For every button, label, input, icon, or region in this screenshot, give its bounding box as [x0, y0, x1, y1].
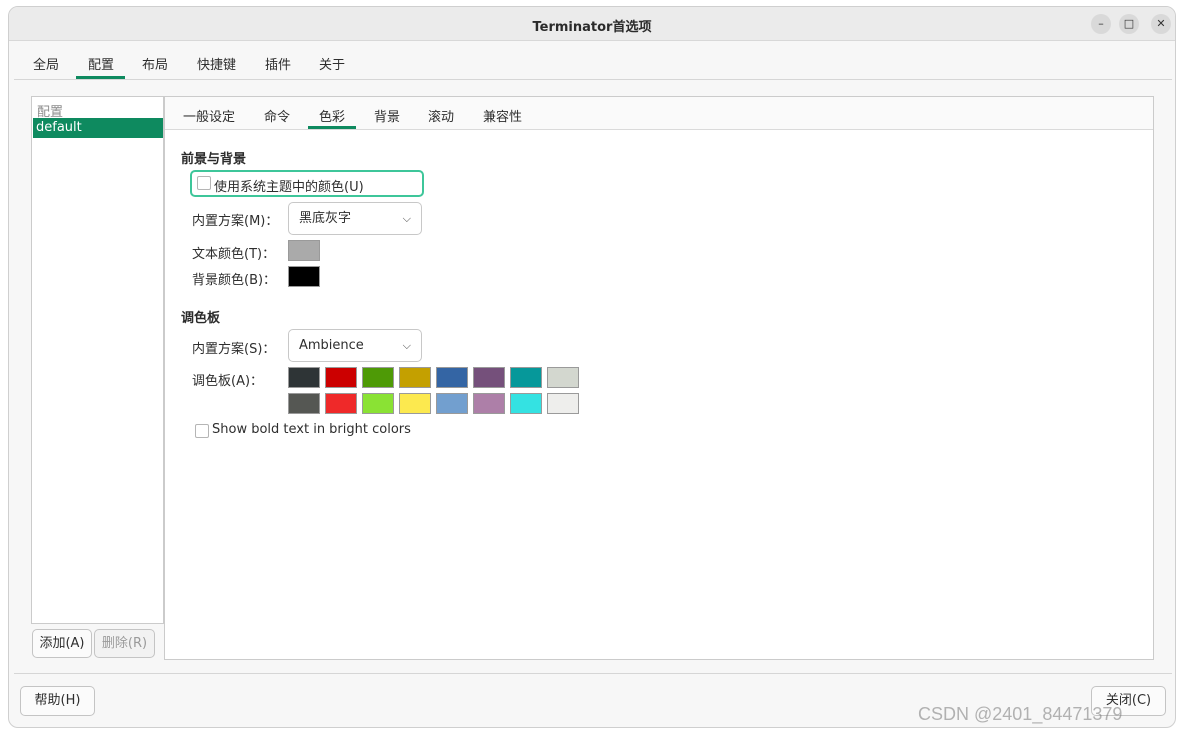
palette-color-14[interactable] — [510, 393, 542, 414]
tab-compatibility[interactable]: 兼容性 — [483, 106, 522, 125]
watermark: CSDN @2401_84471379 — [918, 704, 1123, 724]
palette-section-title: 调色板 — [181, 311, 221, 326]
profile-item-default[interactable]: default — [33, 118, 163, 138]
palette-scheme-label: 内置方案(S)： — [192, 342, 276, 357]
add-profile-button[interactable]: 添加(A) — [32, 629, 92, 658]
title-bar[interactable]: Terminator首选项 – □ ✕ — [9, 7, 1175, 41]
tab-command[interactable]: 命令 — [264, 106, 290, 125]
text-color-button[interactable] — [288, 240, 320, 261]
palette-color-13[interactable] — [473, 393, 505, 414]
palette-scheme-value: Ambience — [299, 338, 364, 353]
help-button[interactable]: 帮助(H) — [20, 686, 95, 716]
palette-color-3[interactable] — [399, 367, 431, 388]
tab-general[interactable]: 一般设定 — [183, 106, 235, 125]
tab-colors[interactable]: 色彩 — [319, 106, 345, 125]
palette-scheme-dropdown[interactable]: Ambience ⌵ — [288, 329, 422, 362]
tab-plugins[interactable]: 插件 — [265, 54, 291, 73]
palette-color-10[interactable] — [362, 393, 394, 414]
palette-color-9[interactable] — [325, 393, 357, 414]
tab-scrolling[interactable]: 滚动 — [428, 106, 454, 125]
text-color-label: 文本颜色(T)： — [192, 247, 276, 262]
palette-color-1[interactable] — [325, 367, 357, 388]
palette-color-5[interactable] — [473, 367, 505, 388]
maximize-icon[interactable]: □ — [1119, 14, 1139, 34]
close-icon[interactable]: ✕ — [1151, 14, 1171, 34]
profiles-content: 配置 default 添加(A) 删除(R) 一般设定 命令 色彩 背景 滚动 … — [14, 79, 1172, 674]
chevron-down-icon: ⌵ — [402, 339, 411, 352]
bg-color-label: 背景颜色(B)： — [192, 273, 277, 288]
bold-bright-checkbox[interactable] — [195, 424, 209, 438]
fg-scheme-value: 黑底灰字 — [299, 211, 352, 226]
palette-color-15[interactable] — [547, 393, 579, 414]
palette-color-12[interactable] — [436, 393, 468, 414]
window-title: Terminator首选项 — [532, 20, 652, 35]
tab-background[interactable]: 背景 — [374, 106, 400, 125]
bg-color-button[interactable] — [288, 266, 320, 287]
tab-global[interactable]: 全局 — [33, 54, 59, 73]
tab-about[interactable]: 关于 — [319, 54, 345, 73]
top-tab-bar: 全局 配置 布局 快捷键 插件 关于 — [9, 41, 1175, 79]
palette-color-7[interactable] — [547, 367, 579, 388]
use-system-theme-row[interactable]: 使用系统主题中的颜色(U) — [190, 170, 424, 197]
palette-color-11[interactable] — [399, 393, 431, 414]
preferences-window: Terminator首选项 – □ ✕ 全局 配置 布局 快捷键 插件 关于 配… — [8, 6, 1176, 728]
bold-bright-label: Show bold text in bright colors — [212, 422, 411, 437]
tab-profiles[interactable]: 配置 — [88, 54, 114, 73]
profile-list[interactable]: 配置 default — [31, 96, 164, 624]
tab-keybindings[interactable]: 快捷键 — [197, 54, 236, 73]
active-subtab-indicator — [308, 126, 356, 129]
profile-settings-panel: 一般设定 命令 色彩 背景 滚动 兼容性 前景与背景 使用系统主题中的颜色(U)… — [164, 96, 1154, 660]
use-system-theme-checkbox[interactable] — [197, 176, 211, 190]
palette-color-2[interactable] — [362, 367, 394, 388]
fg-scheme-label: 内置方案(M)： — [192, 214, 279, 229]
palette-color-4[interactable] — [436, 367, 468, 388]
tab-layouts[interactable]: 布局 — [142, 54, 168, 73]
palette-label: 调色板(A)： — [192, 374, 264, 389]
palette-color-0[interactable] — [288, 367, 320, 388]
fg-scheme-dropdown[interactable]: 黑底灰字 ⌵ — [288, 202, 422, 235]
fg-bg-section-title: 前景与背景 — [181, 152, 247, 167]
remove-profile-button[interactable]: 删除(R) — [94, 629, 155, 658]
use-system-theme-label: 使用系统主题中的颜色(U) — [214, 180, 364, 195]
sub-tab-bar: 一般设定 命令 色彩 背景 滚动 兼容性 — [165, 97, 1153, 130]
palette-color-6[interactable] — [510, 367, 542, 388]
chevron-down-icon: ⌵ — [402, 212, 411, 225]
minimize-icon[interactable]: – — [1091, 14, 1111, 34]
palette-color-8[interactable] — [288, 393, 320, 414]
